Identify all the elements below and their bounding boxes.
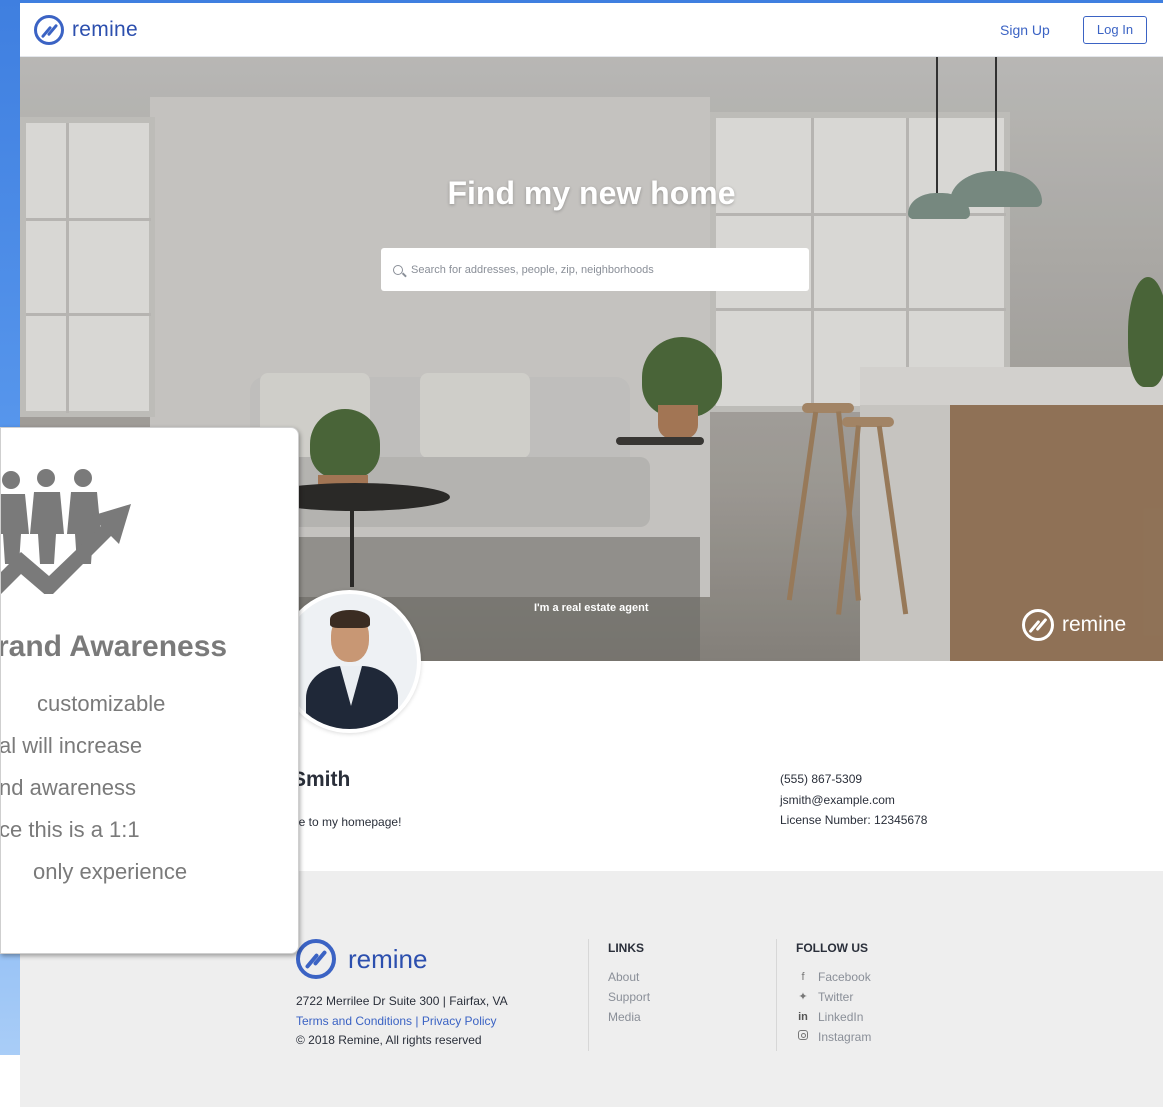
header-logo[interactable]: remine (34, 15, 138, 45)
instagram-icon (796, 1027, 810, 1047)
signup-link[interactable]: Sign Up (1000, 22, 1050, 38)
agent-license: License Number: 12345678 (780, 813, 928, 827)
login-button[interactable]: Log In (1083, 16, 1147, 44)
remine-logo-icon (296, 939, 336, 979)
top-navbar: remine Sign Up Log In (20, 3, 1163, 57)
agent-email[interactable]: jsmith@example.com (780, 790, 927, 811)
links-heading: LINKS (608, 941, 644, 955)
hero-title: Find my new home (447, 175, 736, 211)
search-input[interactable] (411, 263, 801, 276)
twitter-icon: ✦ (798, 991, 808, 1003)
social-label: Facebook (818, 970, 871, 984)
social-label: Twitter (818, 990, 854, 1004)
social-label: Instagram (818, 1030, 872, 1044)
card-line: al will increase (0, 733, 143, 758)
social-link-instagram[interactable]: Instagram (796, 1027, 871, 1047)
footer-links-list: About Support Media (608, 967, 650, 1027)
hero-watermark-brand: remine (1062, 613, 1127, 636)
address-search-bar[interactable] (381, 248, 809, 291)
privacy-link[interactable]: Privacy Policy (422, 1014, 497, 1028)
brand-awareness-icon (1, 469, 131, 594)
footer-divider (776, 939, 777, 1051)
hero-watermark-logo: remine (1022, 609, 1126, 641)
card-body: customizable al will increase nd awarene… (0, 683, 188, 893)
search-icon (393, 264, 403, 275)
remine-logo-icon (34, 15, 64, 45)
footer-legal-links: Terms and Conditions | Privacy Policy (296, 1014, 497, 1028)
card-title: rand Awareness (0, 630, 228, 663)
social-link-linkedin[interactable]: in LinkedIn (796, 1007, 871, 1027)
agent-welcome-text: ne to my homepage! (292, 815, 402, 829)
footer-link-about[interactable]: About (608, 967, 650, 987)
brand-awareness-card: rand Awareness customizable al will incr… (0, 427, 299, 954)
card-line: only experience (33, 859, 188, 884)
follow-us-heading: FOLLOW US (796, 941, 868, 955)
agent-avatar (278, 590, 421, 733)
card-line: ce this is a 1:1 (0, 817, 140, 842)
social-link-facebook[interactable]: f Facebook (796, 967, 871, 987)
footer-address: 2722 Merrilee Dr Suite 300 | Fairfax, VA (296, 994, 508, 1008)
remine-logo-icon (1022, 609, 1054, 641)
avatar-hair (330, 610, 370, 628)
footer-divider (588, 939, 589, 1051)
social-label: LinkedIn (818, 1010, 864, 1024)
footer-logo[interactable]: remine (296, 939, 427, 979)
card-line: nd awareness (0, 775, 136, 800)
agent-name: Smith (292, 768, 351, 791)
footer-link-media[interactable]: Media (608, 1007, 650, 1027)
real-estate-agent-link[interactable]: I'm a real estate agent (534, 602, 649, 614)
linkedin-icon: in (798, 1011, 808, 1023)
card-line: customizable (37, 691, 166, 716)
footer-link-support[interactable]: Support (608, 987, 650, 1007)
footer-brand-name: remine (348, 943, 428, 974)
agent-contact-block: (555) 867-5309 jsmith@example.com Licens… (780, 769, 927, 831)
footer-copyright: © 2018 Remine, All rights reserved (296, 1033, 482, 1047)
social-link-twitter[interactable]: ✦ Twitter (796, 987, 871, 1007)
legal-separator: | (412, 1014, 422, 1028)
agent-phone[interactable]: (555) 867-5309 (780, 769, 927, 790)
facebook-icon: f (801, 971, 805, 983)
terms-link[interactable]: Terms and Conditions (296, 1014, 412, 1028)
header-brand-name: remine (72, 18, 138, 41)
footer-social-list: f Facebook ✦ Twitter in LinkedIn Instagr… (796, 967, 871, 1047)
